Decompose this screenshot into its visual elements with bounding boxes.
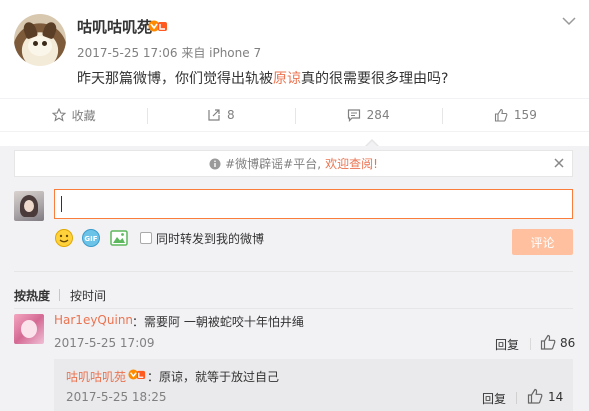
like-button[interactable]: 159 [441, 99, 589, 131]
reply-button[interactable]: 回复 [482, 390, 506, 407]
sort-by-time[interactable]: 按时间 [70, 287, 106, 304]
vip-badge-icon[interactable] [148, 19, 168, 33]
repost-count: 8 [227, 108, 235, 122]
post-text: 昨天那篇微博，你们觉得出轨被原谅真的很需要很多理由吗? [77, 68, 448, 88]
avatar-graphic [21, 320, 37, 338]
star-icon [51, 108, 66, 122]
thumbs-up-icon [494, 108, 508, 122]
divider [14, 308, 573, 309]
notice-text: #微博辟谣#平台, [225, 157, 322, 171]
forward-checkbox[interactable] [140, 232, 152, 244]
avatar-face [28, 36, 52, 56]
sort-separator [59, 289, 60, 301]
notice-link[interactable]: 欢迎查阅! [325, 155, 378, 172]
reply-like-count: 14 [548, 390, 564, 404]
image-icon[interactable] [109, 228, 129, 248]
action-separator [530, 338, 531, 350]
post-text-after: 真的很需要很多理由吗? [301, 71, 449, 87]
repost-button[interactable]: 8 [147, 99, 294, 131]
reply-time: 2017-5-25 18:25 [66, 390, 167, 404]
post-author-name[interactable]: 咕叽咕叽苑 [77, 16, 152, 37]
action-separator [516, 392, 517, 404]
comment-time: 2017-5-25 17:09 [54, 336, 155, 350]
reply-button[interactable]: 回复 [495, 336, 519, 353]
post-meta: 2017-5-25 17:06 来自 iPhone 7 [77, 46, 262, 60]
comment-panel-caret-inner [366, 141, 378, 147]
sort-by-hot[interactable]: 按热度 [14, 287, 50, 304]
avatar-eye-right [42, 41, 47, 46]
emoji-icon[interactable] [54, 228, 74, 248]
submit-comment-button[interactable]: 评论 [512, 229, 573, 255]
like-count: 159 [513, 108, 537, 122]
comment-like-count: 86 [560, 336, 576, 350]
chevron-down-icon[interactable] [562, 16, 576, 26]
comment-button[interactable]: 284 [294, 99, 442, 131]
commenter-avatar[interactable] [14, 314, 44, 344]
close-icon[interactable] [553, 157, 565, 169]
info-icon [209, 158, 221, 169]
svg-text:GIF: GIF [84, 235, 97, 243]
vip-badge-icon[interactable] [128, 368, 146, 381]
comment-icon [347, 109, 360, 122]
post-text-before: 昨天那篇微博，你们觉得出轨被 [77, 71, 273, 87]
divider [14, 271, 573, 272]
post-action-bar: 收藏 8 284 159 [0, 98, 589, 132]
forward-label: 同时转发到我的微博 [156, 232, 265, 246]
avatar-face [24, 200, 34, 212]
avatar-eye-left [33, 41, 38, 46]
comment-text: ：需要阿 一朝被蛇咬十年怕井绳 [132, 315, 304, 329]
repost-icon [208, 109, 220, 121]
comment-input[interactable] [54, 189, 573, 219]
favorite-label: 收藏 [71, 108, 96, 123]
text-cursor [61, 196, 62, 212]
comment-count: 284 [366, 108, 390, 122]
post-author-avatar[interactable] [14, 14, 66, 66]
thumbs-up-icon[interactable] [540, 334, 556, 350]
reply-text: ：原谅，就等于放过自己 [147, 370, 280, 384]
thumbs-up-icon[interactable] [527, 388, 543, 404]
favorite-button[interactable]: 收藏 [0, 99, 147, 131]
rumor-notice-banner: #微博辟谣#平台, 欢迎查阅! [14, 150, 573, 177]
gif-icon[interactable]: GIF [81, 228, 101, 248]
reply-author-name[interactable]: 咕叽咕叽苑 [66, 368, 126, 385]
commenter-name[interactable]: Har1eyQuinn [54, 313, 133, 327]
current-user-avatar[interactable] [14, 191, 44, 221]
post-text-highlight[interactable]: 原谅 [273, 71, 301, 87]
